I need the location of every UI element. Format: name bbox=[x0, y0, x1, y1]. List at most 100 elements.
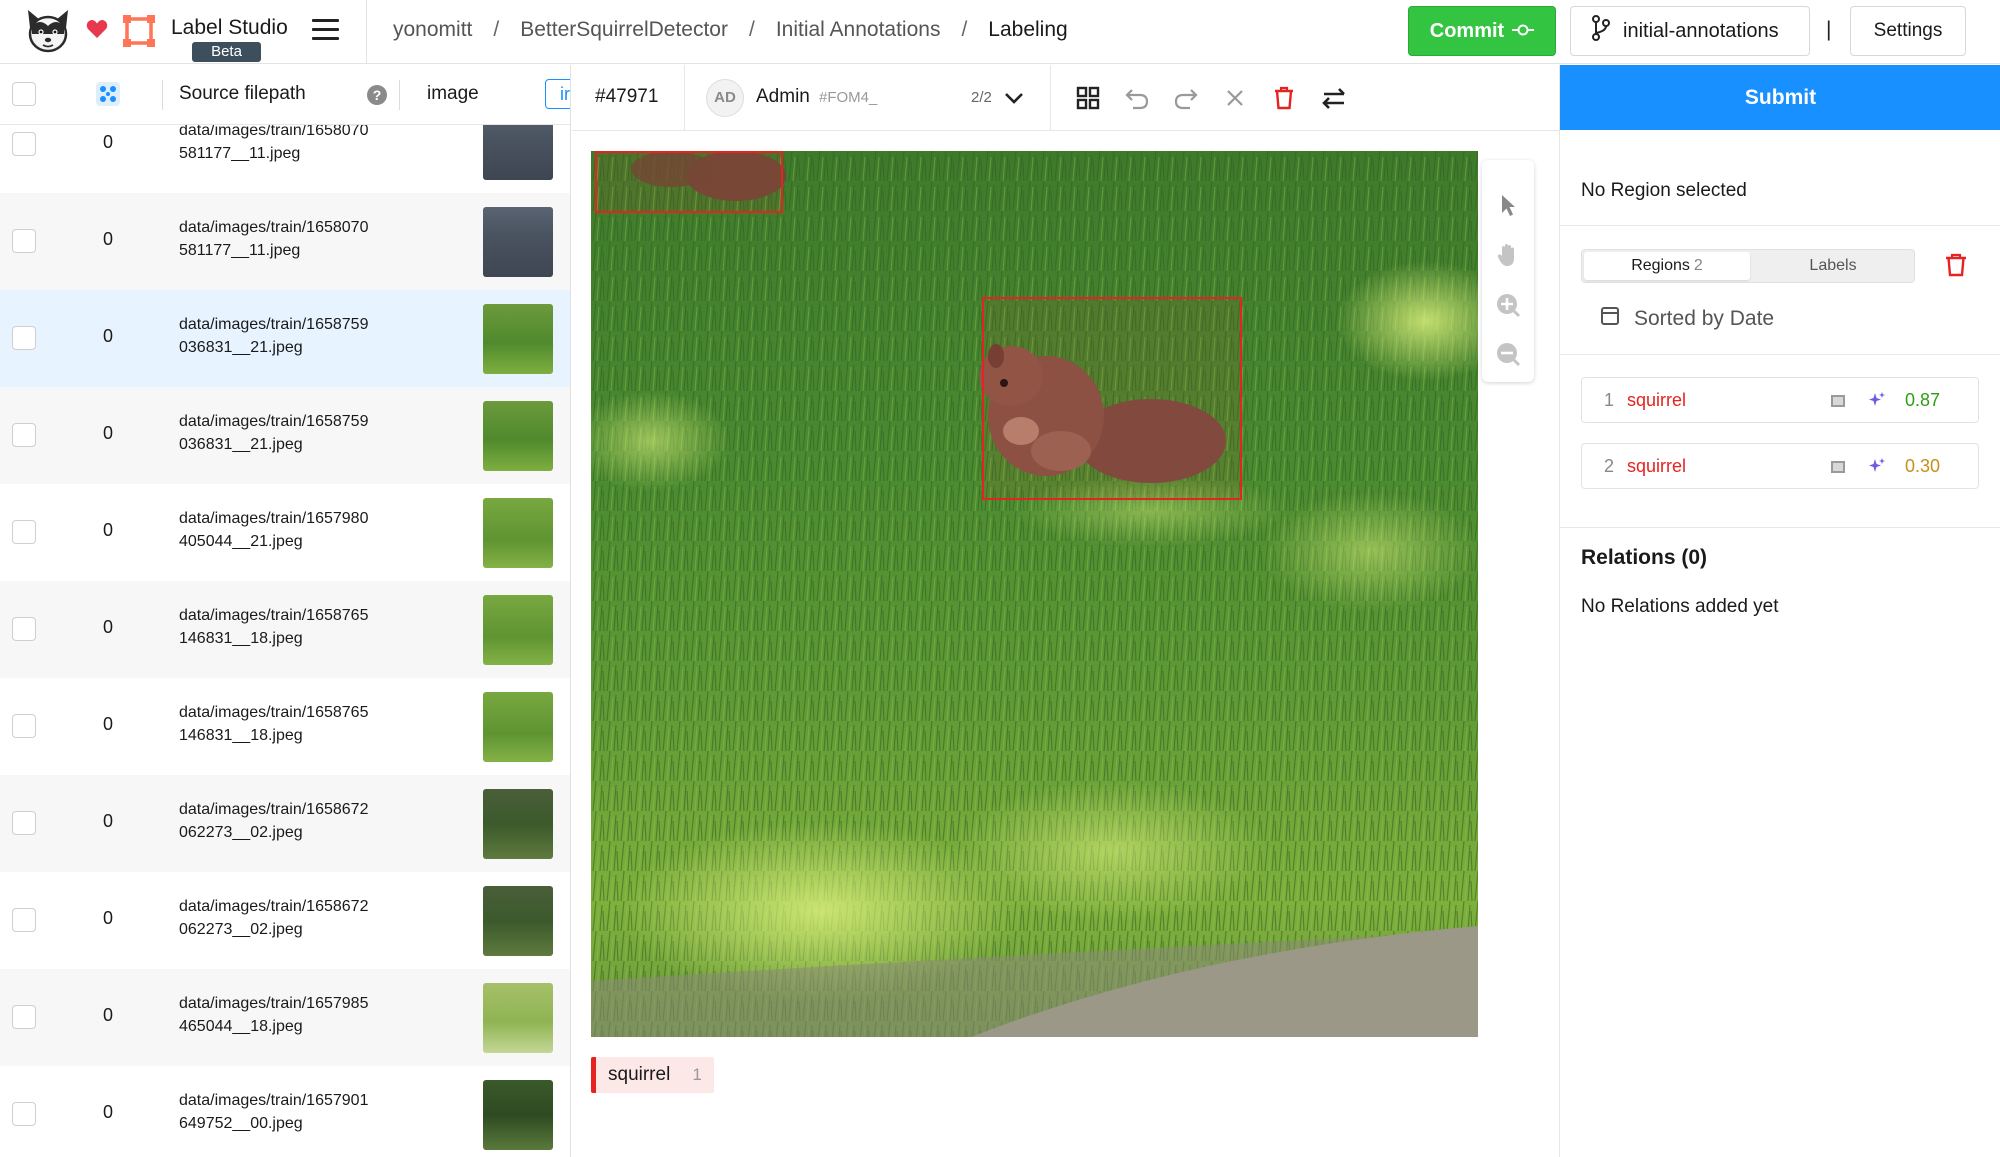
grid-view-icon[interactable] bbox=[1074, 84, 1102, 112]
dog-logo-icon[interactable] bbox=[22, 6, 74, 58]
undo-icon[interactable] bbox=[1123, 84, 1151, 112]
row-checkbox[interactable] bbox=[12, 132, 36, 156]
filepath-line-1: data/images/train/1658672 bbox=[179, 898, 369, 915]
breadcrumb-project[interactable]: Initial Annotations bbox=[776, 18, 941, 42]
task-rows: 0 data/images/train/1658070 581177__11.jpe… bbox=[0, 96, 570, 1157]
trash-icon[interactable] bbox=[1270, 84, 1298, 112]
filepath-line-2: 405044__21.jpeg bbox=[179, 533, 303, 550]
label-hotkey: 1 bbox=[692, 1065, 702, 1084]
annotations-column-icon[interactable] bbox=[96, 82, 120, 106]
help-icon[interactable]: ? bbox=[367, 85, 387, 105]
divider bbox=[1050, 65, 1051, 131]
region-item[interactable]: 1 squirrel 0.87 bbox=[1581, 377, 1979, 423]
task-table: 0 data/images/train/1658070 581177__11.jpe… bbox=[0, 65, 571, 1157]
breadcrumb-workspace[interactable]: yonomitt bbox=[393, 18, 472, 42]
row-checkbox[interactable] bbox=[12, 811, 36, 835]
table-row[interactable]: 0 data/images/train/1658759 036831__21.jpe… bbox=[0, 387, 570, 484]
filepath-line-2: 062273__02.jpeg bbox=[179, 921, 303, 938]
filepath-cell: data/images/train/1657985 465044__18.jpeg bbox=[179, 992, 368, 1038]
calendar-icon bbox=[1600, 306, 1620, 332]
divider bbox=[1560, 354, 2000, 355]
row-checkbox[interactable] bbox=[12, 423, 36, 447]
redo-icon[interactable] bbox=[1172, 84, 1200, 112]
column-divider[interactable] bbox=[399, 80, 400, 110]
table-row[interactable]: 0 data/images/train/1658672 062273__02.jpe… bbox=[0, 872, 570, 969]
pointer-icon[interactable] bbox=[1495, 192, 1521, 218]
breadcrumb-repo[interactable]: BetterSquirrelDetector bbox=[520, 18, 728, 42]
filepath-line-1: data/images/train/1658759 bbox=[179, 413, 369, 430]
image-thumbnail bbox=[483, 595, 553, 665]
submit-button[interactable]: Submit bbox=[1560, 65, 2000, 130]
filepath-cell: data/images/train/1657901 649752__00.jpeg bbox=[179, 1089, 368, 1135]
image-thumbnail bbox=[483, 498, 553, 568]
table-row[interactable]: 0 data/images/train/1658765 146831__18.jpe… bbox=[0, 581, 570, 678]
git-branch-icon bbox=[1591, 15, 1611, 47]
filepath-line-1: data/images/train/1657980 bbox=[179, 510, 369, 527]
brand-title: Label Studio bbox=[171, 16, 288, 39]
row-checkbox[interactable] bbox=[12, 908, 36, 932]
delete-all-regions-icon[interactable] bbox=[1944, 252, 1968, 283]
filepath-line-2: 036831__21.jpeg bbox=[179, 339, 303, 356]
label-squirrel-chip[interactable]: squirrel 1 bbox=[591, 1057, 714, 1093]
zoom-in-icon[interactable] bbox=[1495, 292, 1521, 318]
branch-selector-button[interactable]: initial-annotations bbox=[1570, 6, 1810, 56]
table-row[interactable]: 0 data/images/train/1658672 062273__02.jpe… bbox=[0, 775, 570, 872]
table-row[interactable]: 0 data/images/train/1657980 405044__21.jpe… bbox=[0, 484, 570, 581]
region-item[interactable]: 2 squirrel 0.30 bbox=[1581, 443, 1979, 489]
filepath-cell: data/images/train/1658759 036831__21.jpeg bbox=[179, 313, 368, 359]
table-row[interactable]: 0 data/images/train/1658070 581177__11.jpe… bbox=[0, 193, 570, 290]
close-icon[interactable] bbox=[1221, 84, 1249, 112]
tab-labels[interactable]: Labels bbox=[1752, 252, 1914, 280]
annotator-name: Admin bbox=[756, 86, 810, 107]
column-header-source[interactable]: Source filepath bbox=[179, 83, 306, 105]
rectangle-icon bbox=[1830, 460, 1846, 479]
column-divider[interactable] bbox=[162, 80, 163, 110]
annotation-count-cell: 0 bbox=[103, 1102, 114, 1122]
sparkle-icon bbox=[1868, 391, 1886, 414]
filepath-cell: data/images/train/1658672 062273__02.jpeg bbox=[179, 798, 368, 844]
chevron-down-icon[interactable] bbox=[1003, 87, 1025, 114]
divider bbox=[366, 0, 367, 64]
image-thumbnail bbox=[483, 304, 553, 374]
filepath-line-1: data/images/train/1658672 bbox=[179, 801, 369, 818]
image-canvas[interactable] bbox=[591, 151, 1478, 1037]
bounding-box-region-1[interactable] bbox=[982, 297, 1242, 500]
toolbar-separator: | bbox=[1826, 18, 1832, 41]
swap-icon[interactable] bbox=[1320, 84, 1348, 112]
row-checkbox[interactable] bbox=[12, 714, 36, 738]
menu-icon[interactable] bbox=[312, 19, 339, 41]
hand-pan-icon[interactable] bbox=[1495, 242, 1521, 268]
row-checkbox[interactable] bbox=[12, 326, 36, 350]
commit-button[interactable]: Commit bbox=[1408, 6, 1556, 56]
row-checkbox[interactable] bbox=[12, 617, 36, 641]
filepath-line-2: 062273__02.jpeg bbox=[179, 824, 303, 841]
annotation-count-cell: 0 bbox=[103, 714, 114, 734]
zoom-out-icon[interactable] bbox=[1495, 341, 1521, 367]
tab-regions[interactable]: Regions 2 bbox=[1584, 252, 1750, 280]
breadcrumb-separator: / bbox=[748, 18, 755, 41]
row-checkbox[interactable] bbox=[12, 520, 36, 544]
image-thumbnail bbox=[483, 886, 553, 956]
annotation-toolbar: #47971 AD Admin #FOM4_ 2/2 bbox=[572, 65, 1559, 131]
settings-button[interactable]: Settings bbox=[1850, 6, 1966, 56]
tab-regions-count: 2 bbox=[1693, 257, 1703, 274]
divider bbox=[1560, 527, 2000, 528]
row-checkbox[interactable] bbox=[12, 1102, 36, 1126]
bounding-box-region-2[interactable] bbox=[595, 151, 783, 213]
commit-label: Commit bbox=[1429, 19, 1505, 42]
select-all-checkbox[interactable] bbox=[12, 82, 36, 106]
table-header: Source filepath ? image ir bbox=[0, 65, 570, 125]
table-row[interactable]: 0 data/images/train/1658765 146831__18.jpe… bbox=[0, 678, 570, 775]
column-header-image[interactable]: image bbox=[427, 83, 479, 105]
table-row[interactable]: 0 data/images/train/1658759 036831__21.jpe… bbox=[0, 290, 570, 387]
sort-toggle[interactable]: Sorted by Date bbox=[1600, 306, 1774, 332]
annotation-count-cell: 0 bbox=[103, 423, 114, 443]
commit-icon bbox=[1512, 20, 1535, 43]
row-checkbox[interactable] bbox=[12, 229, 36, 253]
table-row[interactable]: 0 data/images/train/1657901 649752__00.jpe… bbox=[0, 1066, 570, 1157]
filepath-line-2: 465044__18.jpeg bbox=[179, 1018, 303, 1035]
filepath-line-1: data/images/train/1658070 bbox=[179, 219, 369, 236]
column-header-extra[interactable]: ir bbox=[545, 79, 570, 109]
table-row[interactable]: 0 data/images/train/1657985 465044__18.jpe… bbox=[0, 969, 570, 1066]
row-checkbox[interactable] bbox=[12, 1005, 36, 1029]
